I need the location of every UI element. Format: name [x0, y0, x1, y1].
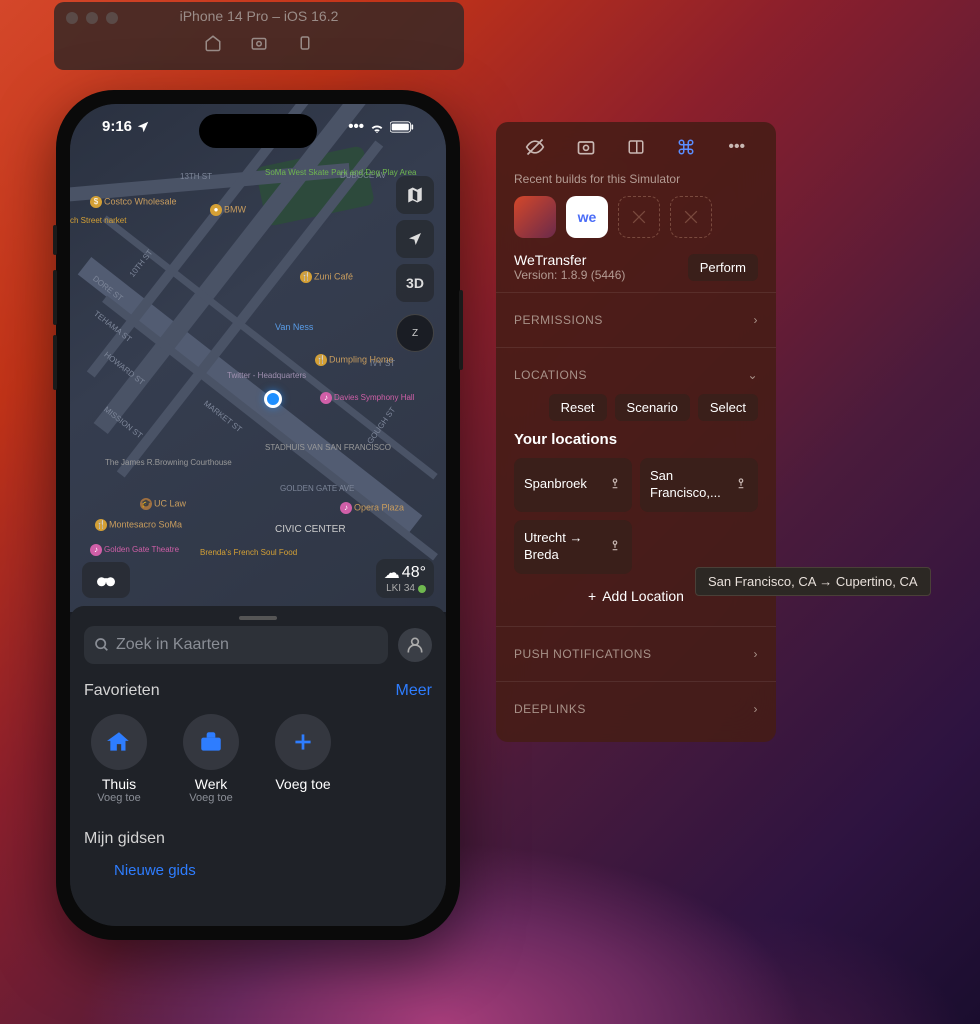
compass-button[interactable]: Z — [396, 314, 434, 352]
profile-button[interactable] — [398, 628, 432, 662]
traffic-light-minimize[interactable] — [86, 12, 98, 24]
traffic-light-close[interactable] — [66, 12, 78, 24]
sheet-grabber[interactable] — [239, 616, 277, 620]
location-card-utrecht[interactable]: Utrecht → Breda — [514, 520, 632, 574]
chevron-right-icon: › — [754, 313, 759, 327]
command-icon[interactable] — [675, 136, 697, 158]
favorite-home[interactable]: Thuis Voeg toe — [84, 714, 154, 804]
mute-switch[interactable] — [53, 225, 57, 255]
tooltip: San Francisco, CA → Cupertino, CA — [695, 567, 931, 596]
poi-label[interactable]: Twitter - Headquarters — [227, 372, 306, 381]
build-placeholder[interactable] — [618, 196, 660, 238]
recent-builds-label: Recent builds for this Simulator — [514, 172, 758, 186]
chevron-right-icon: › — [754, 702, 759, 716]
map-mode-button[interactable] — [396, 176, 434, 214]
more-link[interactable]: Meer — [396, 682, 432, 700]
perform-button[interactable]: Perform — [688, 254, 758, 281]
poi-label[interactable]: 🎓UC Law — [140, 498, 186, 510]
chevron-down-icon: ⌄ — [747, 368, 758, 382]
build-placeholder[interactable] — [670, 196, 712, 238]
status-time: 9:16 — [102, 118, 132, 135]
favorites-title: Favorieten — [84, 682, 160, 700]
weather-badge[interactable]: ☁48° LKI 34 — [376, 559, 434, 598]
reset-button[interactable]: Reset — [549, 394, 607, 421]
wifi-icon — [369, 121, 385, 133]
poi-label[interactable]: The James R.Browning Courthouse — [105, 459, 232, 468]
poi-label[interactable]: CIVIC CENTER — [275, 524, 346, 535]
app-name: WeTransfer — [514, 252, 625, 268]
poi-label[interactable]: Brenda's French Soul Food — [200, 549, 297, 558]
plus-icon — [290, 729, 316, 755]
user-location-dot — [264, 390, 282, 408]
locations-row[interactable]: LOCATIONS ⌄ — [496, 356, 776, 394]
inspector-panel: ••• Recent builds for this Simulator we … — [496, 122, 776, 742]
pin-icon — [734, 476, 748, 493]
iphone-device-frame: 9:16 ••• 13TH ST DUBOCE AV 10TH ST DORE … — [56, 90, 460, 940]
app-version: Version: 1.8.9 (5446) — [514, 268, 625, 282]
build-icon-selected[interactable]: we — [566, 196, 608, 238]
screenshot-icon[interactable] — [250, 34, 268, 57]
poi-label[interactable]: 🍴Montesacro SoMa — [95, 519, 182, 531]
favorite-work[interactable]: Werk Voeg toe — [176, 714, 246, 804]
poi-label[interactable]: SoMa West Skate Park and Dog Play Area — [265, 169, 416, 178]
3d-button[interactable]: 3D — [396, 264, 434, 302]
poi-label[interactable]: ♪Opera Plaza — [340, 502, 404, 514]
traffic-light-zoom[interactable] — [106, 12, 118, 24]
sidebar-icon[interactable] — [625, 136, 647, 158]
search-placeholder: Zoek in Kaarten — [116, 636, 229, 654]
poi-label[interactable]: ch Street narket — [70, 217, 126, 226]
visibility-icon[interactable] — [524, 136, 546, 158]
poi-label[interactable]: Van Ness — [275, 322, 313, 332]
simulator-window-chrome: iPhone 14 Pro – iOS 16.2 — [54, 2, 464, 70]
street-label: 10TH ST — [128, 248, 155, 279]
rotate-icon[interactable] — [296, 34, 314, 57]
favorite-add[interactable]: Voeg toe — [268, 714, 338, 804]
power-button[interactable] — [459, 290, 463, 370]
poi-label[interactable]: ●BMW — [210, 204, 246, 216]
location-arrow-icon — [136, 120, 150, 134]
street-label: GOLDEN GATE AVE — [280, 484, 354, 493]
volume-down-button[interactable] — [53, 335, 57, 390]
poi-label[interactable]: 🍴Zuni Café — [300, 271, 353, 283]
street-label: 13TH ST — [180, 172, 212, 181]
poi-label[interactable]: 🍴Dumpling Home — [315, 354, 394, 366]
poi-label[interactable]: ♪Davies Symphony Hall — [320, 392, 414, 404]
dynamic-island[interactable] — [199, 114, 317, 148]
pin-icon — [608, 476, 622, 493]
search-icon — [94, 637, 110, 653]
volume-up-button[interactable] — [53, 270, 57, 325]
poi-label[interactable]: ♪Golden Gate Theatre — [90, 544, 179, 556]
chevron-right-icon: › — [754, 647, 759, 661]
pin-icon — [608, 538, 622, 555]
briefcase-icon — [198, 729, 224, 755]
permissions-row[interactable]: PERMISSIONS › — [496, 301, 776, 339]
screenshot-icon[interactable] — [575, 136, 597, 158]
poi-label[interactable]: STADHUIS VAN SAN FRANCISCO — [265, 444, 391, 453]
new-guide-button[interactable]: Nieuwe gids — [114, 862, 432, 879]
plus-icon: + — [588, 588, 596, 604]
cellular-icon: ••• — [348, 118, 364, 135]
simulator-title: iPhone 14 Pro – iOS 16.2 — [180, 8, 339, 24]
search-input[interactable]: Zoek in Kaarten — [84, 626, 388, 664]
deeplinks-row[interactable]: DEEPLINKS › — [496, 690, 776, 728]
battery-icon — [390, 121, 414, 133]
location-card-spanbroek[interactable]: Spanbroek — [514, 458, 632, 512]
select-button[interactable]: Select — [698, 394, 758, 421]
bottom-sheet[interactable]: Zoek in Kaarten Favorieten Meer Thuis Vo… — [70, 606, 446, 926]
your-locations-title: Your locations — [514, 431, 758, 448]
poi-label[interactable]: $Costco Wholesale — [90, 196, 177, 208]
guides-title: Mijn gidsen — [84, 830, 432, 848]
device-screen: 9:16 ••• 13TH ST DUBOCE AV 10TH ST DORE … — [70, 104, 446, 926]
more-icon[interactable]: ••• — [726, 136, 748, 158]
home-icon[interactable] — [204, 34, 222, 57]
look-around-button[interactable] — [82, 562, 130, 598]
build-icon[interactable] — [514, 196, 556, 238]
map-view[interactable]: 13TH ST DUBOCE AV 10TH ST DORE ST TEHAMA… — [70, 104, 446, 612]
scenario-button[interactable]: Scenario — [615, 394, 690, 421]
location-card-sf[interactable]: San Francisco,... — [640, 458, 758, 512]
home-icon — [106, 729, 132, 755]
push-notifications-row[interactable]: PUSH NOTIFICATIONS › — [496, 635, 776, 673]
locate-button[interactable] — [396, 220, 434, 258]
cloud-icon: ☁ — [384, 563, 400, 583]
